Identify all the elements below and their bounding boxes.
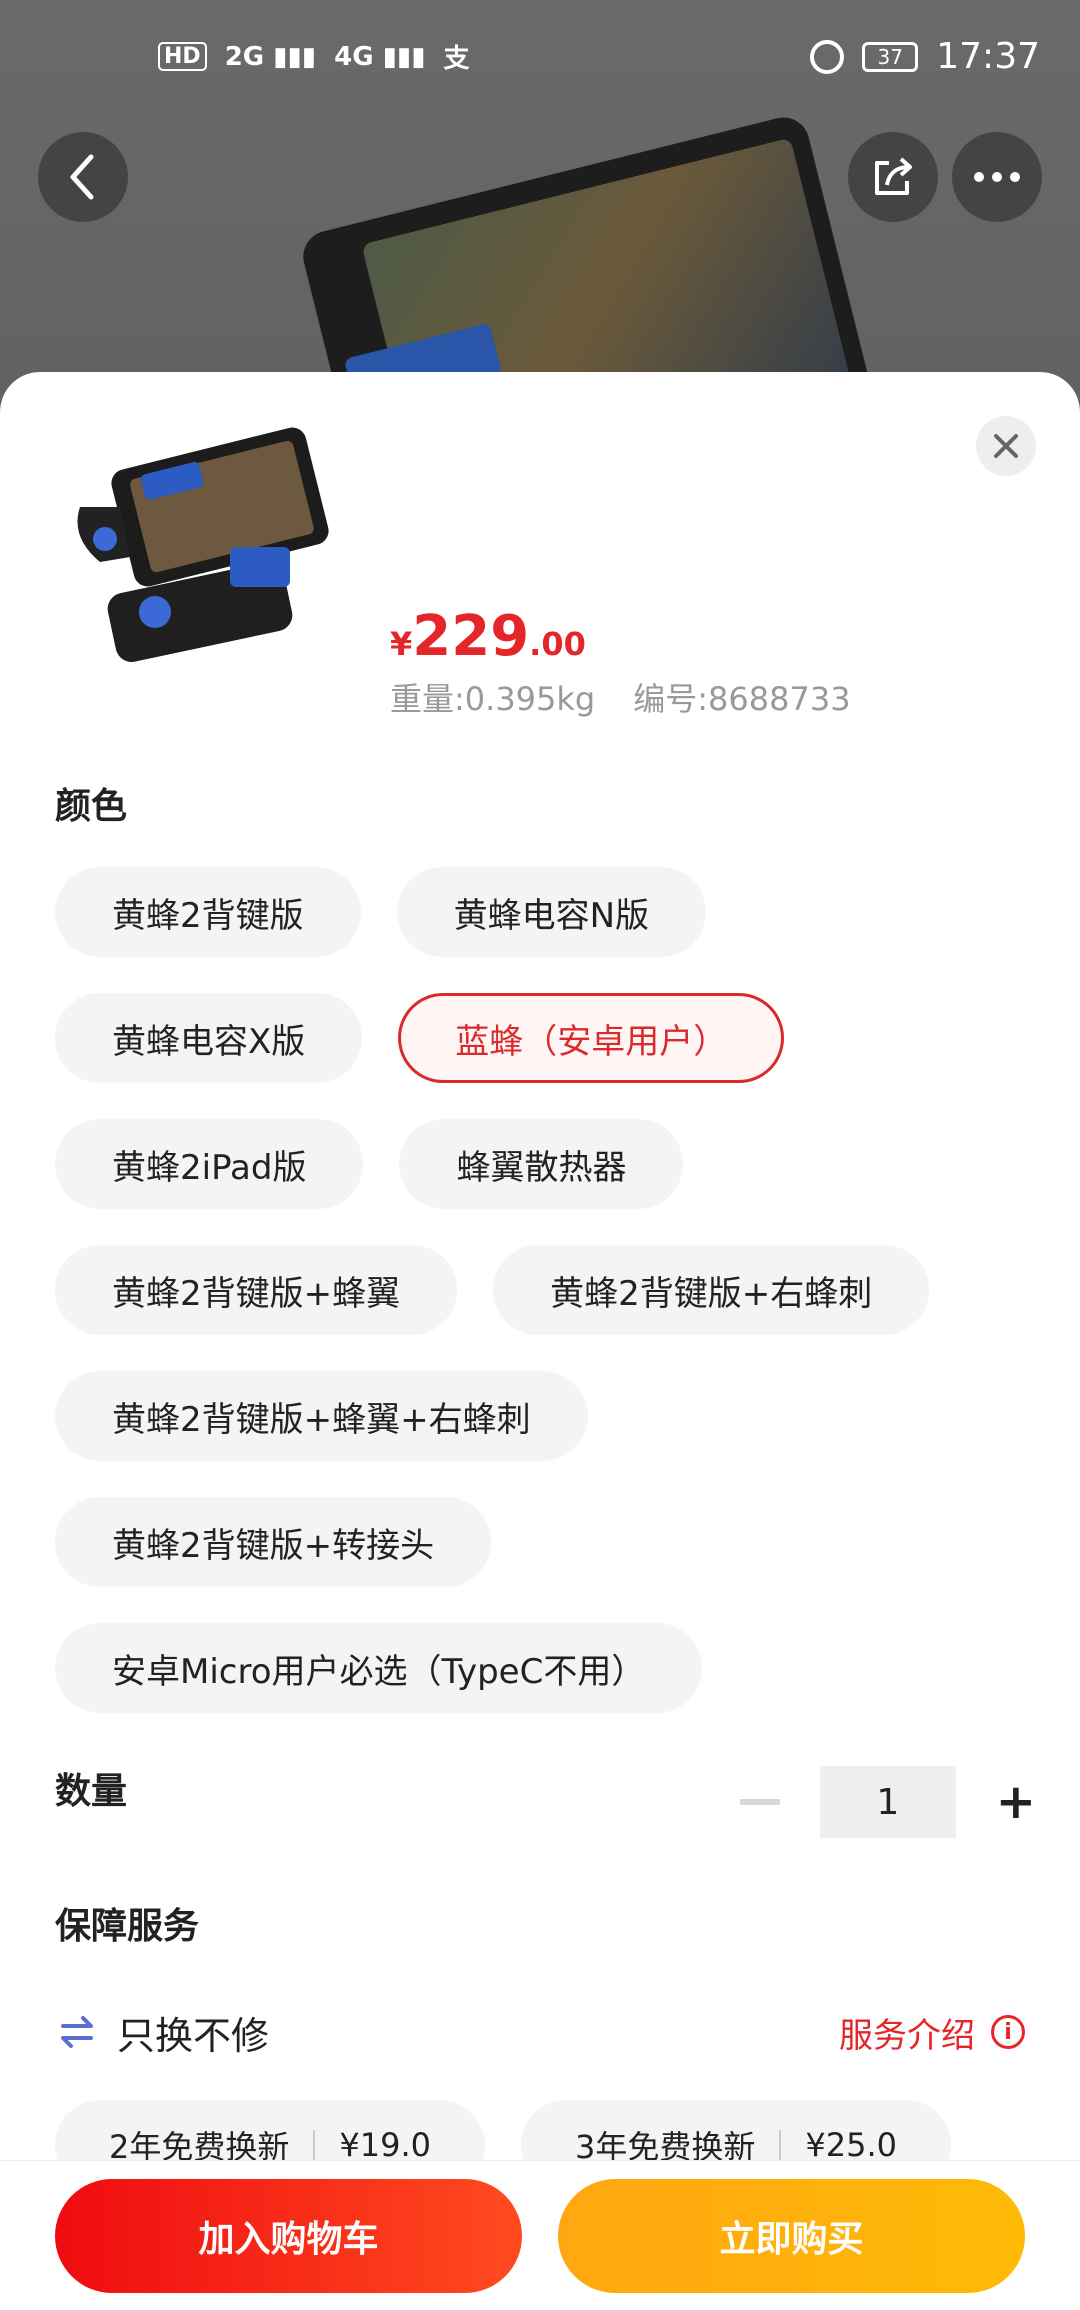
color-option[interactable]: 黄蜂电容X版 [55,993,363,1083]
sku-selection-sheet: ¥229.00 重量:0.395kg 编号:8688733 颜色 黄蜂2背键版 … [0,372,1080,2310]
share-button[interactable] [848,132,938,222]
share-icon [875,157,912,195]
quantity-increase-button[interactable]: + [996,1774,1036,1830]
color-section-title: 颜色 [55,786,128,827]
buy-now-button[interactable]: 立即购买 [558,2179,1025,2293]
service-row: 只换不修 服务介绍 i [55,2002,1025,2062]
network-indicators: HD 2G ▮▮▮ 4G ▮▮▮ 支 [158,38,470,75]
weight-text: 重量:0.395kg [390,680,596,718]
service-intro-link[interactable]: 服务介绍 i [839,2008,1025,2057]
more-dots-icon [974,172,1020,182]
close-icon [994,434,1018,458]
clock: 17:37 [936,36,1040,77]
color-option[interactable]: 黄蜂2背键版 [55,867,361,957]
sku-number-text: 编号:8688733 [633,680,851,718]
hd-voice-icon: HD [158,42,207,71]
color-option[interactable]: 黄蜂2背键版+蜂翼 [55,1245,458,1335]
info-icon: i [991,2015,1025,2049]
color-option[interactable]: 黄蜂2背键版+右蜂刺 [493,1245,930,1335]
color-option[interactable]: 黄蜂2iPad版 [55,1119,364,1209]
close-button[interactable] [976,416,1036,476]
signal-2g-icon: 2G ▮▮▮ [224,41,317,72]
add-to-cart-button[interactable]: 加入购物车 [55,2179,522,2293]
alipay-icon: 支 [443,44,470,74]
back-arrow-icon [70,154,94,200]
exchange-icon [61,2016,93,2048]
price: ¥229.00 [390,604,586,669]
alarm-icon [810,39,845,74]
back-button[interactable] [38,132,128,222]
product-meta: 重量:0.395kg 编号:8688733 [390,674,851,720]
color-option[interactable]: 黄蜂2背键版+转接头 [55,1497,492,1587]
quantity-stepper: 1 + [739,1766,1036,1838]
quantity-input[interactable]: 1 [819,1766,956,1838]
color-option[interactable]: 黄蜂2背键版+蜂翼+右蜂刺 [55,1371,588,1461]
color-options: 黄蜂2背键版 黄蜂电容N版 黄蜂电容X版 蓝蜂（安卓用户） 黄蜂2iPad版 蜂… [55,867,1045,1749]
status-right: 37 17:37 [810,36,1040,77]
service-section-title: 保障服务 [55,1906,200,1947]
quantity-section-title: 数量 [55,1771,128,1812]
more-button[interactable] [952,132,1042,222]
battery-icon: 37 [862,41,919,72]
service-name: 只换不修 [117,2013,270,2058]
color-option-selected[interactable]: 蓝蜂（安卓用户） [398,993,785,1083]
color-option[interactable]: 黄蜂电容N版 [396,867,707,957]
product-thumbnail [77,427,329,662]
color-option[interactable]: 安卓Micro用户必选（TypeC不用） [55,1623,703,1713]
quantity-decrease-button[interactable] [739,1799,780,1805]
product-sku-screen: HD 2G ▮▮▮ 4G ▮▮▮ 支 37 17:37 ¥229.00 重量:0… [0,0,1080,2310]
color-option[interactable]: 蜂翼散热器 [399,1119,684,1209]
status-bar: HD 2G ▮▮▮ 4G ▮▮▮ 支 37 17:37 [0,0,1080,120]
signal-4g-icon: 4G ▮▮▮ [334,41,426,72]
action-bar: 加入购物车 立即购买 [0,2160,1080,2310]
